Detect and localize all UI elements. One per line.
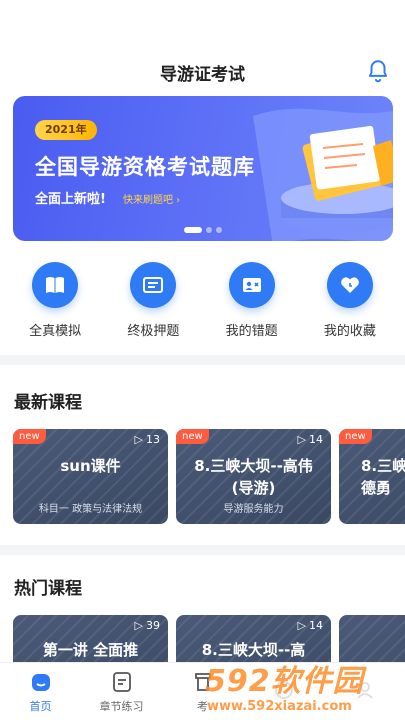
course-card[interactable]: new ▷ 14 8.三峡大坝--高伟(导游) 导游服务能力 bbox=[176, 429, 331, 524]
tab-home[interactable]: 首页 bbox=[0, 663, 81, 720]
course-subject: 科目一 政策与法律法规 bbox=[38, 504, 143, 515]
home-icon bbox=[31, 673, 50, 691]
section-divider bbox=[0, 545, 405, 555]
shortcut-label: 终极押题 bbox=[127, 324, 180, 339]
banner-subtitle: 全面上新啦! bbox=[35, 192, 106, 207]
tab-chapter-practice[interactable]: 章节练习 bbox=[81, 663, 162, 720]
shortcut-wrong-answers[interactable]: 我的错题 bbox=[210, 262, 294, 339]
bell-icon[interactable] bbox=[365, 58, 391, 84]
latest-course-row: new ▷ 13 sun课件 科目一 政策与法律法规 new ▷ 14 8.三峡大坝… bbox=[13, 429, 405, 524]
carousel-dot[interactable] bbox=[184, 227, 202, 233]
lesson-count: ▷ 39 bbox=[135, 619, 160, 632]
lesson-count-value: 13 bbox=[146, 433, 160, 446]
lesson-count: ▷ 13 bbox=[135, 433, 160, 446]
course-subject: 导游服务能力 bbox=[223, 504, 284, 515]
course-card[interactable]: new 8.三峡德勇 bbox=[339, 429, 405, 524]
new-badge: new bbox=[13, 429, 46, 444]
page-title: 导游证考试 bbox=[160, 65, 245, 85]
lesson-count: ▷ 14 bbox=[298, 619, 323, 632]
heart-icon bbox=[326, 262, 373, 308]
book-icon bbox=[32, 262, 79, 308]
watermark-url: www.592xiazai.com bbox=[207, 699, 352, 714]
wrong-card-icon bbox=[228, 262, 275, 308]
promo-banner[interactable]: 2021年 全国导游资格考试题库 全面上新啦! 快来刷题吧 › bbox=[13, 96, 393, 241]
carousel-dot[interactable] bbox=[206, 227, 212, 233]
new-badge: new bbox=[339, 429, 372, 444]
new-badge: new bbox=[176, 429, 209, 444]
play-icon: ▷ bbox=[134, 619, 143, 632]
shortcut-grid: 全真模拟 终极押题 我的错题 我的收藏 bbox=[0, 262, 405, 339]
header: 导游证考试 bbox=[0, 0, 405, 92]
shortcut-label: 我的错题 bbox=[225, 324, 278, 339]
course-card[interactable]: ▷ 39 第一讲 全面推 bbox=[13, 615, 168, 665]
course-card[interactable]: new ▷ 13 sun课件 科目一 政策与法律法规 bbox=[13, 429, 168, 524]
tab-label: 首页 bbox=[29, 699, 52, 713]
play-icon: ▷ bbox=[297, 619, 306, 632]
course-title: 第一讲 全面推 bbox=[42, 641, 139, 659]
section-divider bbox=[0, 355, 405, 365]
section-title-hot: 热门课程 bbox=[14, 579, 82, 599]
course-title: 8.三峡大坝--高伟(导游) bbox=[194, 457, 313, 497]
watermark-logo: 592软件园 bbox=[205, 664, 364, 699]
shortcut-mock-exam[interactable]: 全真模拟 bbox=[13, 262, 97, 339]
play-icon: ▷ bbox=[134, 433, 143, 446]
course-title: 8.三峡德勇 bbox=[361, 457, 405, 497]
document-icon bbox=[112, 671, 131, 692]
section-title-latest: 最新课程 bbox=[14, 393, 82, 413]
lesson-count: ▷ 14 bbox=[298, 433, 323, 446]
banner-link[interactable]: 快来刷题吧 › bbox=[123, 191, 180, 206]
shortcut-label: 全真模拟 bbox=[29, 324, 82, 339]
year-badge: 2021年 bbox=[35, 120, 97, 140]
carousel-dots bbox=[13, 227, 393, 233]
lesson-count-value: 39 bbox=[146, 619, 160, 632]
watermark: 592软件园 www.592xiazai.com bbox=[197, 656, 397, 714]
banner-illustration bbox=[253, 108, 393, 241]
lesson-count-value: 14 bbox=[309, 619, 323, 632]
course-title: sun课件 bbox=[60, 457, 121, 475]
tab-label: 章节练习 bbox=[99, 699, 144, 713]
lesson-count-value: 14 bbox=[309, 433, 323, 446]
shortcut-final-predict[interactable]: 终极押题 bbox=[111, 262, 195, 339]
banner-title: 全国导游资格考试题库 bbox=[35, 155, 255, 179]
play-icon: ▷ bbox=[297, 433, 306, 446]
shortcut-favorites[interactable]: 我的收藏 bbox=[308, 262, 392, 339]
carousel-dot[interactable] bbox=[216, 227, 222, 233]
list-card-icon bbox=[130, 262, 177, 308]
shortcut-label: 我的收藏 bbox=[323, 324, 376, 339]
